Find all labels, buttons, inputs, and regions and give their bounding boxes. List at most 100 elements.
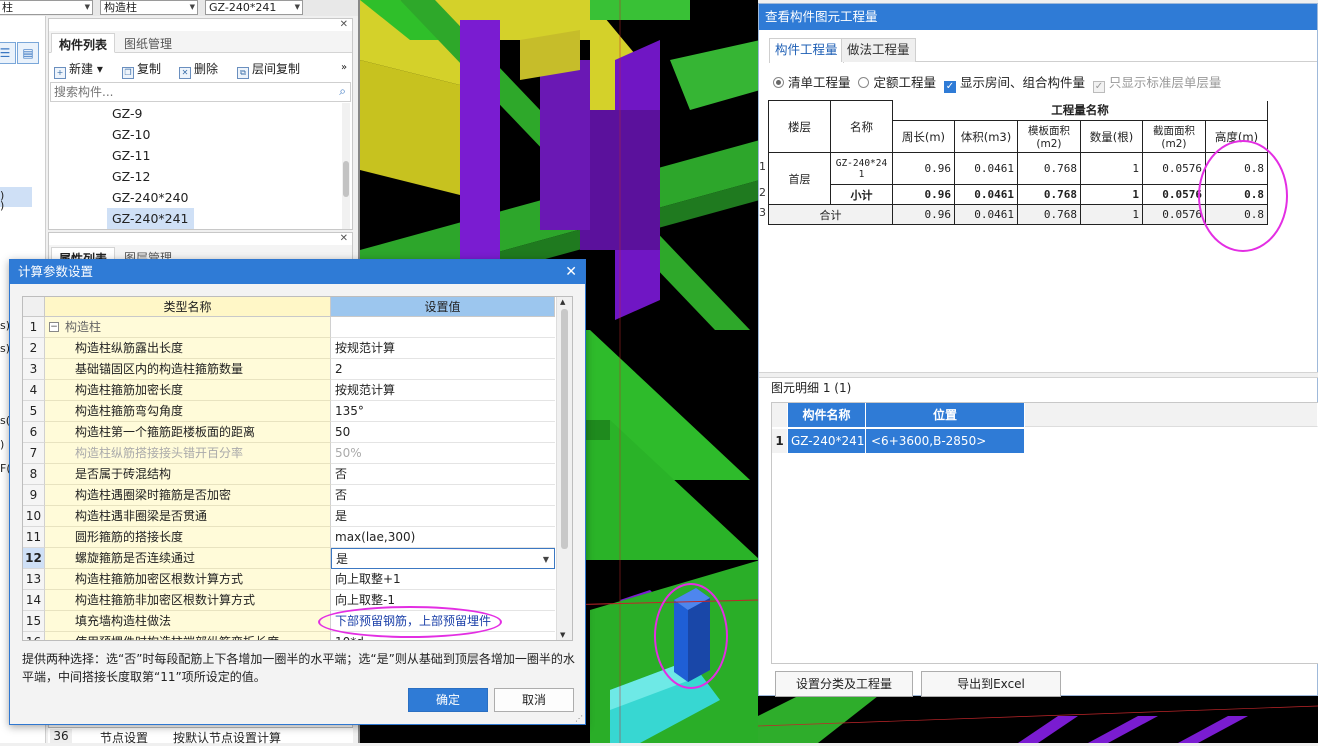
table-row-current[interactable]: 12 螺旋箍筋是否连续通过 是 ▼	[23, 548, 555, 569]
close-icon[interactable]: ✕	[340, 233, 348, 244]
list-view-icon[interactable]: ☰	[0, 42, 16, 64]
row-number: 8	[23, 464, 45, 485]
quantity-options: 清单工程量 定额工程量 ✓ 显示房间、组合构件量 ✓ 只显示标准层单层量	[773, 72, 1313, 93]
quota-qty-radio[interactable]: 定额工程量	[858, 75, 936, 90]
delete-button[interactable]: ✕ 删除	[179, 60, 218, 79]
param-value[interactable]: 否	[331, 485, 555, 506]
3d-viewport-lower[interactable]	[758, 696, 1318, 743]
table-row[interactable]: 4 构造柱箍筋加密长度 按规范计算	[23, 380, 555, 401]
table-row[interactable]: 5 构造柱箍筋弯勾角度 135°	[23, 401, 555, 422]
param-value[interactable]: max(lae,300)	[331, 527, 555, 548]
row-number: 13	[23, 569, 45, 590]
tab-component-quantity[interactable]: 构件工程量	[769, 38, 844, 63]
property-row[interactable]: 36 节点设置 按默认节点设置计算	[48, 727, 353, 746]
std-floor-checkbox[interactable]: ✓ 只显示标准层单层量	[1092, 75, 1222, 93]
table-row[interactable]: 11 圆形箍筋的搭接长度 max(lae,300)	[23, 527, 555, 548]
table-row[interactable]: 9 构造柱遇圈梁时箍筋是否加密 否	[23, 485, 555, 506]
show-rooms-checkbox[interactable]: ✓ 显示房间、组合构件量	[943, 75, 1085, 93]
param-value[interactable]: 50	[331, 422, 555, 443]
param-name: 是否属于砖混结构	[45, 464, 331, 485]
close-icon[interactable]: ✕	[565, 260, 577, 284]
param-value[interactable]: 135°	[331, 401, 555, 422]
tree-selected-row[interactable]	[0, 187, 32, 207]
scrollbar-thumb[interactable]	[343, 161, 349, 197]
param-value[interactable]: 是	[331, 506, 555, 527]
resize-grip-icon[interactable]: ⋰	[575, 714, 583, 723]
new-button[interactable]: + 新建 ▾	[54, 60, 103, 79]
param-value-dropdown[interactable]: 是 ▼	[331, 548, 555, 569]
table-row[interactable]: 3 基础锚固区内的构造柱箍筋数量 2	[23, 359, 555, 380]
table-row[interactable]: 8 是否属于砖混结构 否	[23, 464, 555, 485]
search-icon[interactable]: ⌕	[339, 84, 346, 99]
tree-item-fragment[interactable]: )	[0, 438, 4, 451]
list-item[interactable]: GZ-10	[107, 124, 155, 145]
3d-scene-lower	[758, 696, 1318, 743]
table-row[interactable]: 6 构造柱第一个箍筋距楼板面的距离 50	[23, 422, 555, 443]
table-row-total[interactable]: 合计 0.96 0.0461 0.768 1 0.0576 0.8	[768, 204, 1269, 225]
param-value[interactable]: 2	[331, 359, 555, 380]
cancel-button[interactable]: 取消	[494, 688, 574, 712]
param-value[interactable]	[331, 317, 555, 338]
param-value[interactable]: 向上取整-1	[331, 590, 555, 611]
scrollbar-thumb[interactable]	[561, 309, 568, 549]
scroll-down-icon[interactable]: ▼	[560, 631, 565, 639]
table-row[interactable]: 10 构造柱遇非圈梁是否贯通 是	[23, 506, 555, 527]
list-qty-label: 清单工程量	[788, 75, 851, 90]
list-item[interactable]: GZ-12	[107, 166, 155, 187]
dialog-title: 计算参数设置	[10, 260, 585, 284]
table-row[interactable]: 1 − 构造柱	[23, 317, 555, 338]
formwork-cell: 0.768	[1016, 184, 1081, 205]
type-combo[interactable]: 构造柱 ▼	[100, 0, 198, 15]
table-row[interactable]: 15 填充墙构造柱做法 下部预留钢筋，上部预留埋件	[23, 611, 555, 632]
copy-button[interactable]: ❐ 复制	[122, 60, 161, 79]
table-row[interactable]: 2 构造柱纵筋露出长度 按规范计算	[23, 338, 555, 359]
std-floor-label: 只显示标准层单层量	[1108, 75, 1222, 90]
tab-component-list[interactable]: 构件列表	[51, 33, 116, 53]
set-classification-button[interactable]: 设置分类及工程量	[775, 671, 913, 697]
category-combo[interactable]: 柱 ▼	[0, 0, 93, 15]
param-value[interactable]: 按规范计算	[331, 338, 555, 359]
detail-position-cell[interactable]: <6+3600,B-2850>	[866, 429, 1025, 453]
grid-scrollbar[interactable]: ▲ ▼	[556, 297, 572, 640]
param-value[interactable]: 向上取整+1	[331, 569, 555, 590]
search-input[interactable]	[51, 83, 321, 101]
floor-copy-button[interactable]: ⧉ 层间复制	[237, 60, 300, 79]
type-name-header: 类型名称	[45, 297, 331, 317]
param-value[interactable]: 否	[331, 464, 555, 485]
list-item[interactable]: GZ-9	[107, 103, 148, 124]
list-item-selected[interactable]: GZ-240*241	[107, 208, 194, 229]
table-row[interactable]: 首层 GZ-240*241 0.96 0.0461 0.768 1 0.0576…	[768, 152, 1269, 205]
tab-method-quantity[interactable]: 做法工程量	[841, 38, 916, 62]
volume-cell: 0.0461	[953, 184, 1018, 205]
table-row[interactable]: 7 构造柱纵筋搭接接头错开百分率 50%	[23, 443, 555, 464]
param-value[interactable]: 10*d	[331, 632, 555, 640]
height-header: 高度(m)	[1204, 120, 1269, 153]
collapse-icon[interactable]: −	[49, 322, 59, 332]
chevron-down-icon[interactable]: ▼	[543, 549, 549, 570]
param-value[interactable]: 下部预留钢筋，上部预留埋件	[331, 611, 555, 632]
ok-button[interactable]: 确定	[408, 688, 488, 712]
list-scrollbar[interactable]	[342, 103, 350, 229]
property-row-value[interactable]: 按默认节点设置计算	[173, 729, 281, 746]
detail-name-cell[interactable]: GZ-240*241	[788, 429, 866, 453]
table-row-subtotal[interactable]: 小计 0.96 0.0461 0.768 1 0.0576 0.8	[769, 184, 1269, 205]
table-row[interactable]: 16 使用预埋件时构造柱端部纵筋弯折长度 10*d	[23, 632, 555, 640]
row-number: 1	[23, 317, 45, 338]
scroll-up-icon[interactable]: ▲	[560, 298, 565, 306]
grid-view-icon[interactable]: ▤	[17, 42, 39, 64]
param-value[interactable]: 按规范计算	[331, 380, 555, 401]
volume-header: 体积(m3)	[953, 120, 1018, 153]
export-excel-button[interactable]: 导出到Excel	[921, 671, 1061, 697]
detail-corner	[772, 403, 788, 427]
list-item[interactable]: GZ-11	[107, 145, 155, 166]
component-combo[interactable]: GZ-240*241 ▼	[205, 0, 303, 15]
list-qty-radio[interactable]: 清单工程量	[773, 75, 851, 90]
table-row[interactable]: 14 构造柱箍筋非加密区根数计算方式 向上取整-1	[23, 590, 555, 611]
close-icon[interactable]: ✕	[340, 19, 348, 30]
tree-item-fragment[interactable]: )	[0, 199, 4, 212]
section-splitter[interactable]	[759, 372, 1318, 378]
list-item[interactable]: GZ-240*240	[107, 187, 194, 208]
more-toolbar-button[interactable]: »	[341, 62, 347, 73]
table-row[interactable]: 13 构造柱箍筋加密区根数计算方式 向上取整+1	[23, 569, 555, 590]
tab-drawing-manage[interactable]: 图纸管理	[117, 33, 179, 53]
